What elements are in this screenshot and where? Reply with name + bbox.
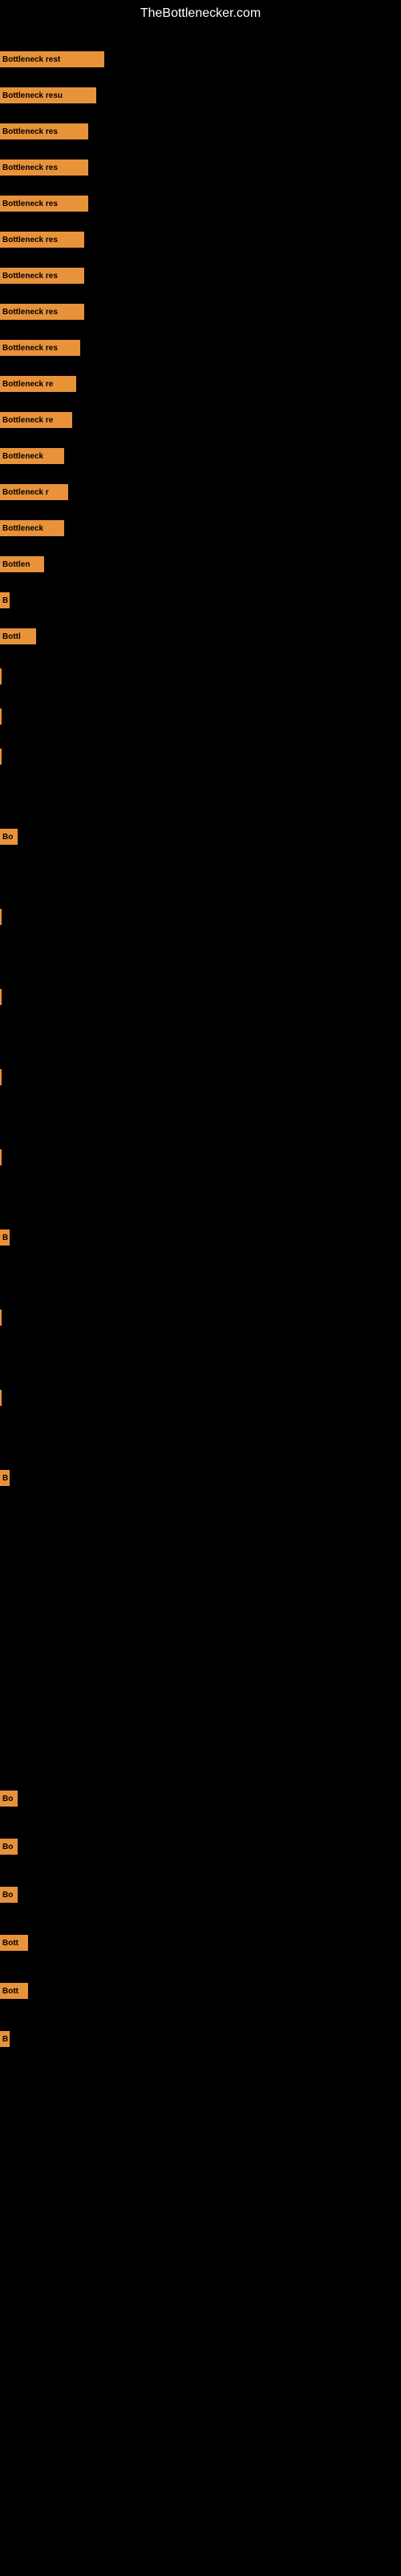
bottleneck-label: Bott bbox=[0, 1983, 28, 1999]
bottleneck-label: Bottlen bbox=[0, 556, 44, 572]
bottleneck-item: Bottleneck res bbox=[0, 159, 88, 176]
bottleneck-item: Bottleneck res bbox=[0, 196, 88, 212]
chart-area: Bottleneck rest Bottleneck resu Bottleneck… bbox=[0, 27, 401, 2576]
bottleneck-item: Bott bbox=[0, 1983, 28, 1999]
bottleneck-label: Bottleneck bbox=[0, 520, 64, 536]
bottleneck-label: Bottleneck re bbox=[0, 376, 76, 392]
bottleneck-item bbox=[0, 989, 2, 1005]
bottleneck-item: B bbox=[0, 592, 10, 608]
bottleneck-item: Bottl bbox=[0, 628, 36, 644]
bottleneck-item: Bo bbox=[0, 829, 18, 845]
bottleneck-label: B bbox=[0, 592, 10, 608]
bottleneck-label: Bo bbox=[0, 1887, 18, 1903]
bottleneck-item: Bottleneck res bbox=[0, 232, 84, 248]
site-title: TheBottlenecker.com bbox=[0, 0, 401, 27]
bottleneck-item: Bott bbox=[0, 1935, 28, 1951]
bottleneck-item bbox=[0, 909, 2, 925]
bottleneck-item: Bottleneck res bbox=[0, 340, 80, 356]
bottleneck-label: Bottleneck r bbox=[0, 484, 68, 500]
bottleneck-label: Bott bbox=[0, 1935, 28, 1951]
bottleneck-item bbox=[0, 668, 2, 684]
bottleneck-label: Bottleneck res bbox=[0, 268, 84, 284]
bottleneck-label: Bottleneck res bbox=[0, 232, 84, 248]
bottleneck-item bbox=[0, 709, 2, 725]
bottleneck-label: B bbox=[0, 1229, 10, 1246]
bottleneck-item: Bottleneck bbox=[0, 448, 64, 464]
bottleneck-label: Bottleneck res bbox=[0, 196, 88, 212]
bottleneck-item: B bbox=[0, 1470, 10, 1486]
bottleneck-item: Bottleneck re bbox=[0, 412, 72, 428]
bottleneck-item bbox=[0, 1069, 2, 1085]
bottleneck-item: B bbox=[0, 2031, 10, 2047]
bottleneck-item: Bottleneck res bbox=[0, 268, 84, 284]
bottleneck-label: Bottleneck re bbox=[0, 412, 72, 428]
bottleneck-item: Bottleneck resu bbox=[0, 87, 96, 103]
bottleneck-item: B bbox=[0, 1229, 10, 1246]
bottleneck-label: Bottleneck resu bbox=[0, 87, 96, 103]
bottleneck-label: Bottleneck bbox=[0, 448, 64, 464]
bottleneck-item bbox=[0, 1390, 2, 1406]
bottleneck-item bbox=[0, 1149, 2, 1165]
bottleneck-item: Bo bbox=[0, 1839, 18, 1855]
bottleneck-label: Bottleneck res bbox=[0, 123, 88, 139]
bottleneck-label: Bottleneck res bbox=[0, 340, 80, 356]
bottleneck-item: Bottleneck rest bbox=[0, 51, 104, 67]
bottleneck-label: Bottl bbox=[0, 628, 36, 644]
bottleneck-label: Bo bbox=[0, 829, 18, 845]
bottleneck-label: B bbox=[0, 1470, 10, 1486]
bottleneck-item bbox=[0, 1310, 2, 1326]
bottleneck-label: Bottleneck res bbox=[0, 159, 88, 176]
bottleneck-item: Bottleneck bbox=[0, 520, 64, 536]
bottleneck-item: Bottleneck res bbox=[0, 123, 88, 139]
bottleneck-item: Bottlen bbox=[0, 556, 44, 572]
bottleneck-label: Bo bbox=[0, 1791, 18, 1807]
bottleneck-item bbox=[0, 749, 2, 765]
bottleneck-label: Bottleneck res bbox=[0, 304, 84, 320]
bottleneck-label: B bbox=[0, 2031, 10, 2047]
bottleneck-label: Bottleneck rest bbox=[0, 51, 104, 67]
bottleneck-item: Bo bbox=[0, 1791, 18, 1807]
bottleneck-item: Bottleneck r bbox=[0, 484, 68, 500]
bottleneck-item: Bo bbox=[0, 1887, 18, 1903]
bottleneck-label: Bo bbox=[0, 1839, 18, 1855]
bottleneck-item: Bottleneck res bbox=[0, 304, 84, 320]
bottleneck-item: Bottleneck re bbox=[0, 376, 76, 392]
